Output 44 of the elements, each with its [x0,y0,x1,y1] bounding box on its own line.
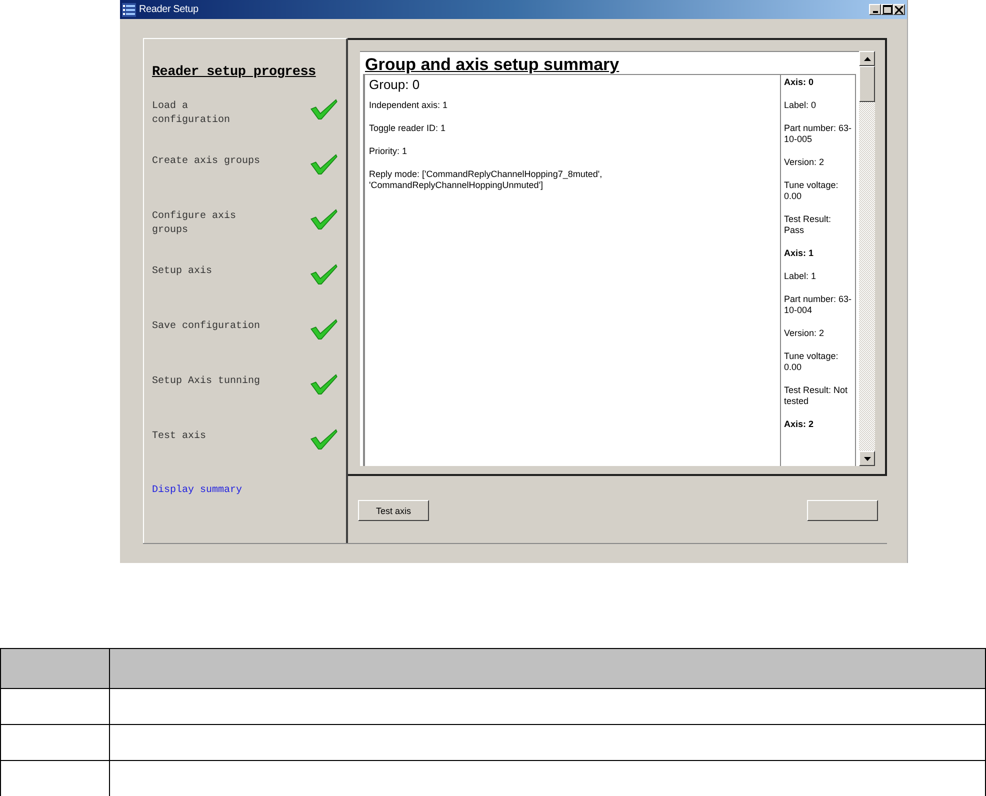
scroll-thumb[interactable] [859,66,875,102]
up-arrow-icon [864,56,870,60]
group-heading: Group: 0 [369,77,421,92]
axis-heading: Axis: 2 [784,419,815,430]
list-icon [122,2,136,16]
step-label: Load a configuration [152,100,232,128]
axis-detail: Test Result: Not tested [784,385,849,407]
close-icon [895,6,903,14]
scroll-up-button[interactable] [859,51,875,66]
summary-link[interactable]: Display summary [152,485,242,496]
group-detail: Priority: 1 [369,146,408,157]
group-detail: Independent axis: 1 [369,100,449,111]
axis-detail: Version: 2 [784,157,826,168]
step-label: Test axis [152,430,208,444]
axis-detail: Label: 1 [784,271,818,282]
step-label: Save configuration [152,320,262,334]
axis-heading: Axis: 0 [784,77,815,88]
summary-title: Group and axis setup summary [364,55,620,74]
group-detail: Toggle reader ID: 1 [369,123,447,134]
maximize-button[interactable] [881,4,893,15]
minimize-button[interactable] [869,4,881,15]
group-detail: Reply mode: ['CommandReplyChannelHopping7_8muted', 'CommandReplyChannelHoppingUnmuted'] [369,169,604,191]
blank-button[interactable] [807,500,878,521]
axis-detail: Version: 2 [784,328,826,339]
test-axis-button[interactable]: Test axis [358,500,429,521]
axis-detail: Tune voltage: 0.00 [784,180,840,202]
axis-detail: Part number: 63-10-005 [784,123,852,145]
axis-heading: Axis: 1 [784,248,815,259]
step-label: Create axis groups [152,155,262,169]
axis-detail: Label: 0 [784,100,818,111]
scrollbar[interactable] [859,51,875,466]
scroll-down-button[interactable] [859,451,875,466]
minimize-icon [872,11,878,13]
window-title: Reader Setup [139,4,200,15]
down-arrow-icon [864,456,870,460]
axis-detail: Part number: 63-10-004 [784,294,852,316]
close-button[interactable] [893,4,905,15]
step-label: Setup Axis tunning [152,375,262,389]
axis-detail: Tune voltage: 0.00 [784,351,840,373]
maximize-icon [882,5,892,14]
step-label: Configure axis groups [152,210,238,238]
axis-detail: Test Result: Pass [784,214,832,236]
step-label: Setup axis [152,265,214,279]
panel-heading: Reader setup progress [152,65,317,80]
